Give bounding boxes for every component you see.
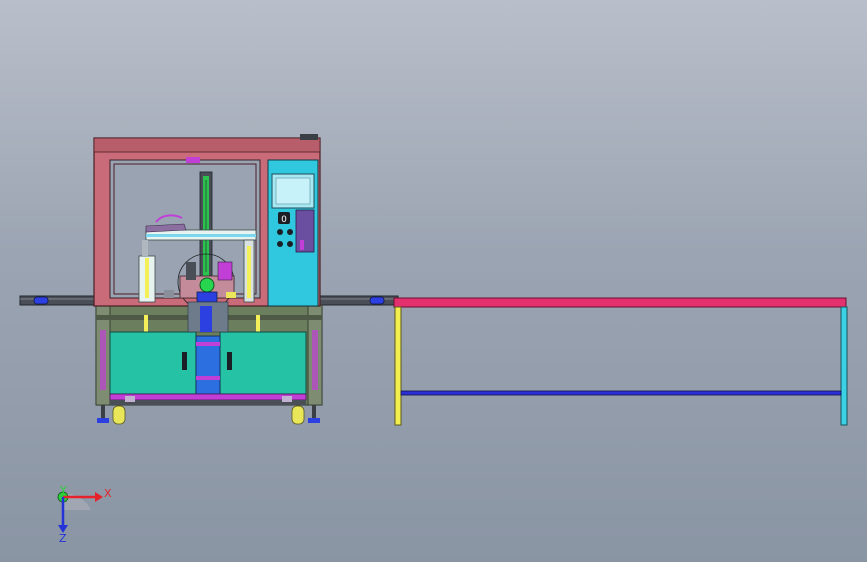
foot-right (308, 418, 320, 423)
control-panel: 0 (267, 159, 319, 307)
panel-button-2[interactable] (287, 229, 293, 235)
panel-button-3[interactable] (277, 241, 283, 247)
door-handle-left (182, 352, 187, 370)
conveyor-left (19, 295, 99, 306)
panel-button-1[interactable] (277, 229, 283, 235)
cad-scene[interactable]: 0 X Y Z (0, 0, 867, 562)
door-handle-right (227, 352, 232, 370)
conveyor-roller-right (369, 296, 385, 305)
x-axis-label: X (104, 487, 112, 500)
cad-viewport[interactable]: 0 X Y Z (0, 0, 867, 562)
svg-text:0: 0 (281, 215, 287, 225)
panel-door (295, 209, 315, 253)
conveyor-roller-left (33, 296, 49, 305)
caster-left (112, 405, 126, 425)
x-axis-arrowhead (95, 492, 103, 502)
outfeed-table (393, 297, 848, 426)
table-top (393, 297, 847, 308)
z-axis-label: Z (59, 532, 67, 545)
coordinate-triad: X Y Z (57, 484, 112, 545)
y-axis-label: Y (59, 484, 67, 497)
conveyor-right (317, 295, 399, 306)
base-rail (109, 393, 307, 401)
table-crossbar (400, 390, 842, 396)
panel-button-4[interactable] (287, 241, 293, 247)
green-spindle (199, 277, 215, 293)
foot-left (97, 418, 109, 423)
table-leg-left (394, 306, 402, 426)
caster-right (291, 405, 305, 425)
table-leg-right (840, 306, 848, 426)
cabinet-doors (109, 331, 307, 405)
cabinet-door-right (219, 331, 307, 395)
